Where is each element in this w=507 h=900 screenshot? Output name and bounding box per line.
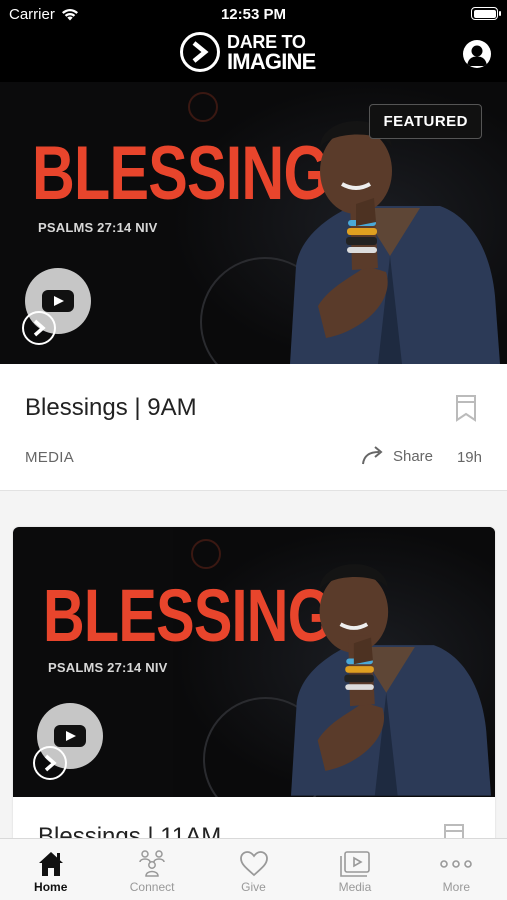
people-icon	[139, 850, 165, 877]
app-logo[interactable]: DARE TO IMAGINE	[180, 32, 316, 74]
logo-line-2: IMAGINE	[227, 49, 316, 74]
media-thumbnail[interactable]: BLESSINGS PSALMS 27:14 NIV	[13, 527, 495, 797]
status-time: 12:53 PM	[220, 6, 287, 23]
more-icon	[440, 860, 473, 868]
thumbnail-decor-logo	[191, 539, 221, 569]
tab-connect[interactable]: Connect	[101, 839, 202, 900]
youtube-icon	[42, 290, 74, 312]
tab-give[interactable]: Give	[203, 839, 304, 900]
tab-label: Media	[338, 880, 372, 894]
bookmark-icon[interactable]	[455, 394, 477, 422]
item-title[interactable]: Blessings | 9AM	[25, 394, 197, 422]
featured-info-card[interactable]: Blessings | 9AM MEDIA Share 19h	[0, 364, 507, 491]
share-arrow-icon	[361, 446, 383, 465]
featured-thumbnail[interactable]: BLESSINGS PSALMS 27:14 NIV FEATURED	[0, 82, 507, 364]
tab-label: Give	[241, 880, 266, 894]
brand-chevron-icon	[33, 746, 67, 780]
media-icon	[340, 851, 370, 877]
share-label: Share	[392, 447, 433, 465]
heart-icon	[239, 851, 268, 877]
app: Carrier 12:53 PM DARE TO IMAGINE BLESSIN…	[0, 0, 507, 900]
tab-home[interactable]: Home	[0, 839, 101, 900]
tab-media[interactable]: Media	[304, 839, 405, 900]
tab-label: Connect	[129, 880, 175, 894]
tab-label: More	[442, 880, 470, 894]
home-icon	[38, 852, 63, 876]
top-bar: Carrier 12:53 PM DARE TO IMAGINE	[0, 0, 507, 82]
tab-label: Home	[34, 880, 68, 894]
user-icon	[467, 45, 487, 66]
thumbnail-verse: PSALMS 27:14 NIV	[48, 660, 168, 675]
featured-badge: FEATURED	[369, 104, 482, 139]
speaker-photo	[291, 564, 491, 796]
share-button[interactable]: Share	[361, 446, 433, 466]
item-age: 19h	[456, 449, 482, 466]
battery-icon	[471, 7, 501, 20]
media-card[interactable]: BLESSINGS PSALMS 27:14 NIV Blessings | 1…	[13, 527, 495, 847]
logo-wordmark: DARE TO IMAGINE	[227, 33, 316, 74]
item-category: MEDIA	[25, 449, 75, 466]
thumbnail-verse: PSALMS 27:14 NIV	[38, 220, 158, 235]
logo-chevron-icon	[180, 32, 220, 72]
tab-more[interactable]: More	[406, 839, 507, 900]
profile-button[interactable]	[463, 40, 491, 68]
thumbnail-decor-logo	[188, 92, 218, 122]
status-bar: Carrier 12:53 PM	[0, 0, 507, 28]
youtube-icon	[54, 725, 86, 747]
brand-chevron-icon	[22, 311, 56, 345]
tab-bar: Home Connect Give Media More	[0, 838, 507, 900]
